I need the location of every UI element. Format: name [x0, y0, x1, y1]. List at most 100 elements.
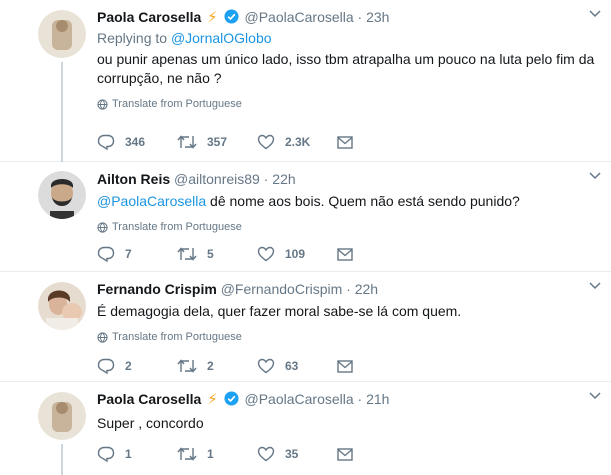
timestamp[interactable]: 21h — [366, 391, 389, 407]
separator: · — [346, 281, 351, 297]
heart-icon — [257, 134, 275, 150]
envelope-icon — [337, 247, 353, 261]
reply-button[interactable]: 1 — [97, 446, 177, 462]
translate-label: Translate from Portuguese — [112, 221, 242, 233]
display-name[interactable]: Paola Carosella — [97, 391, 201, 407]
like-count: 109 — [285, 247, 306, 261]
like-button[interactable]: 63 — [257, 358, 337, 374]
message-button[interactable] — [337, 447, 417, 461]
heart-icon — [257, 246, 275, 262]
reply-button[interactable]: 346 — [97, 134, 177, 150]
tweet-header: Fernando Crispim @FernandoCrispim · 22h — [97, 280, 603, 298]
reply-mention-link[interactable]: @JornalOGlobo — [171, 30, 272, 46]
retweet-count: 357 — [207, 135, 228, 149]
avatar[interactable] — [38, 282, 86, 330]
retweet-icon — [177, 359, 197, 373]
verified-badge-icon — [224, 391, 239, 410]
separator: · — [357, 391, 363, 407]
reply-icon — [97, 134, 115, 150]
like-count: 63 — [285, 359, 299, 373]
tweet-text: Super , concordo — [97, 415, 204, 431]
timestamp[interactable]: 22h — [355, 281, 378, 297]
verified-badge-icon — [224, 9, 239, 28]
tweet-header: Paola Carosella ⚡ @PaolaCarosella · 21h — [97, 390, 603, 410]
message-button[interactable] — [337, 135, 417, 149]
avatar[interactable] — [38, 171, 86, 219]
translate-label: Translate from Portuguese — [112, 98, 242, 110]
replying-to-label: Replying to — [97, 30, 168, 46]
chevron-down-icon[interactable] — [589, 282, 601, 290]
tweet[interactable]: Paola Carosella ⚡ @PaolaCarosella · 23h … — [0, 0, 611, 162]
reply-count: 7 — [125, 247, 132, 261]
reply-icon — [97, 358, 115, 374]
reply-count: 2 — [125, 359, 132, 373]
retweet-button[interactable]: 1 — [177, 446, 257, 462]
retweet-icon — [177, 247, 197, 261]
globe-icon — [97, 331, 108, 343]
reply-icon — [97, 446, 115, 462]
envelope-icon — [337, 359, 353, 373]
chevron-down-icon[interactable] — [589, 392, 601, 400]
tweet-text: @PaolaCarosella dê nome aos bois. Quem n… — [97, 192, 603, 211]
timestamp[interactable]: 22h — [272, 171, 295, 187]
retweet-button[interactable]: 2 — [177, 358, 257, 374]
chevron-down-icon[interactable] — [589, 172, 601, 180]
tweet-text: É demagogia dela, quer fazer moral sabe-… — [97, 303, 462, 319]
avatar[interactable] — [38, 10, 86, 58]
separator: · — [357, 9, 363, 25]
tweet-text-body: dê nome aos bois. Quem não está sendo pu… — [206, 193, 520, 209]
globe-icon — [97, 221, 108, 233]
lightning-emoji: ⚡ — [207, 9, 218, 26]
reply-button[interactable]: 2 — [97, 358, 177, 374]
translate-label: Translate from Portuguese — [112, 331, 242, 343]
heart-icon — [257, 446, 275, 462]
reply-count: 346 — [125, 135, 146, 149]
reply-count: 1 — [125, 447, 132, 461]
like-button[interactable]: 109 — [257, 246, 337, 262]
reply-button[interactable]: 7 — [97, 246, 177, 262]
tweet-text: ou punir apenas um único lado, isso tbm … — [97, 51, 595, 86]
replying-to: Replying to @JornalOGlobo — [97, 30, 603, 46]
translate-link[interactable]: Translate from Portuguese — [97, 98, 603, 110]
like-button[interactable]: 35 — [257, 446, 337, 462]
envelope-icon — [337, 135, 353, 149]
globe-icon — [97, 98, 108, 110]
username[interactable]: @PaolaCarosella — [245, 9, 354, 25]
tweet[interactable]: Ailton Reis @ailtonreis89 · 22h @PaolaCa… — [0, 162, 611, 272]
envelope-icon — [337, 447, 353, 461]
timestamp[interactable]: 23h — [366, 9, 389, 25]
username[interactable]: @ailtonreis89 — [174, 171, 260, 187]
retweet-icon — [177, 135, 197, 149]
retweet-count: 5 — [207, 247, 214, 261]
display-name[interactable]: Fernando Crispim — [97, 281, 217, 297]
like-count: 2.3K — [285, 135, 311, 149]
lightning-emoji: ⚡ — [207, 391, 218, 408]
thread-line — [61, 62, 63, 162]
retweet-count: 2 — [207, 359, 214, 373]
like-count: 35 — [285, 447, 299, 461]
retweet-button[interactable]: 5 — [177, 246, 257, 262]
retweet-icon — [177, 447, 197, 461]
thread-line — [61, 444, 63, 475]
retweet-count: 1 — [207, 447, 214, 461]
tweet[interactable]: Fernando Crispim @FernandoCrispim · 22h … — [0, 272, 611, 382]
avatar[interactable] — [38, 392, 86, 440]
separator: · — [263, 171, 269, 187]
username[interactable]: @PaolaCarosella — [245, 391, 354, 407]
mention-link[interactable]: @PaolaCarosella — [97, 193, 206, 209]
display-name[interactable]: Paola Carosella — [97, 9, 201, 25]
tweet-header: Ailton Reis @ailtonreis89 · 22h — [97, 170, 603, 188]
display-name[interactable]: Ailton Reis — [97, 171, 170, 187]
reply-icon — [97, 246, 115, 262]
username[interactable]: @FernandoCrispim — [221, 281, 343, 297]
translate-link[interactable]: Translate from Portuguese — [97, 221, 603, 233]
message-button[interactable] — [337, 359, 417, 373]
tweet[interactable]: Paola Carosella ⚡ @PaolaCarosella · 21h … — [0, 382, 611, 475]
retweet-button[interactable]: 357 — [177, 134, 257, 150]
message-button[interactable] — [337, 247, 417, 261]
translate-link[interactable]: Translate from Portuguese — [97, 331, 603, 343]
like-button[interactable]: 2.3K — [257, 134, 337, 150]
chevron-down-icon[interactable] — [589, 10, 601, 18]
tweet-header: Paola Carosella ⚡ @PaolaCarosella · 23h — [97, 8, 603, 28]
heart-icon — [257, 358, 275, 374]
